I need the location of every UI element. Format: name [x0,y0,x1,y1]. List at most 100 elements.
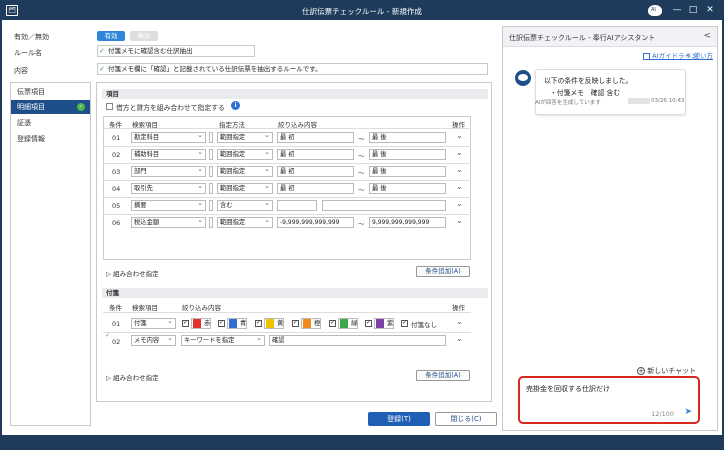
range-from-input[interactable]: 最 初 [277,183,354,194]
combo-toggle-items[interactable]: ▷ 組み合わせ指定 [106,268,159,278]
method-select[interactable]: 範囲指定 [217,166,273,177]
row-action-chevron-icon[interactable]: ⌄ [456,317,463,326]
maximize-button[interactable]: □ [686,4,700,17]
fusen-orange-tag: 橙 [301,318,321,329]
ai-assistant-icon[interactable]: AI [648,5,662,16]
send-icon[interactable]: ➤ [684,407,692,417]
row-no: 04 [112,185,121,193]
combo-toggle-fusen[interactable]: ▷ 組み合わせ指定 [106,372,159,382]
row-action-chevron-icon[interactable]: ⌄ [456,165,463,174]
row-divider [103,214,471,215]
content-value: 付箋メモ欄に「確認」と記載されている仕訳伝票を抽出するルールです。 [108,65,322,73]
add-condition-button-items[interactable]: 条件追加(A) [416,266,470,277]
range-to-input[interactable]: 最 後 [369,166,446,177]
row-action-chevron-icon[interactable]: ⌄ [456,216,463,225]
range-to-input[interactable]: 9,999,999,999,999 [369,217,446,228]
row-action-chevron-icon[interactable]: ⌄ [456,131,463,140]
tag-label: 緑 [351,320,358,327]
item-select[interactable]: 取引先 [131,183,206,194]
row-divider [103,197,471,198]
range-to-input[interactable]: 最 後 [369,183,446,194]
info-icon[interactable]: i [231,101,240,110]
close-button[interactable]: 閉じる(C) [435,412,497,426]
fusen-none-checkbox[interactable] [401,319,408,327]
combo-label: 組み合わせ指定 [113,270,159,278]
method-select[interactable]: 範囲指定 [217,149,273,160]
fusen-blue-checkbox[interactable] [218,319,225,327]
method-select[interactable]: 範囲指定 [217,217,273,228]
fusen-orange-checkbox[interactable] [292,319,299,327]
tag-label: 赤 [204,320,211,327]
toggle-enabled[interactable]: 有効 [97,31,125,41]
method-select[interactable]: 範囲指定 [217,132,273,143]
sidebar-item-voucher[interactable]: 伝票項目 [11,85,90,99]
green-swatch [340,319,348,328]
item-select[interactable]: 税込金額 [131,217,206,228]
item-select[interactable]: 部門 [131,166,206,177]
header-divider [103,312,471,313]
fusen-blue-tag: 青 [227,318,247,329]
range-from-input[interactable]: 最 初 [277,149,354,160]
combine-checkbox[interactable] [106,103,113,110]
item-select[interactable]: 補助科目 [131,149,206,160]
fusen-green-checkbox[interactable] [329,319,336,327]
keyword-input-2[interactable] [322,200,446,211]
method-select[interactable]: 含む [217,200,273,211]
new-chat-button[interactable]: + 新しいチャット [637,366,696,376]
sidebar-item-detail[interactable]: 明細項目 ✓ [11,100,90,114]
fusen-red-checkbox[interactable] [182,319,189,327]
sidebar-item-registration[interactable]: 登録情報 [11,132,90,146]
chat-input-box[interactable]: 売掛金を回収する仕訳だけ 12/100 ➤ [518,376,700,424]
row-action-chevron-icon[interactable]: ⌄ [456,334,463,343]
rule-name-field[interactable]: ✓ 付箋メモに確認含む仕訳抽出 [97,45,255,57]
row-action-chevron-icon[interactable]: ⌄ [456,148,463,157]
fusen-item-select[interactable]: メモ内容 [131,335,176,346]
fusen-section-header: 付箋 [102,288,488,298]
row-action-chevron-icon[interactable]: ⌄ [456,199,463,208]
complete-check-icon: ✓ [77,103,85,111]
keyword-input[interactable] [277,200,317,211]
rule-name-value: 付箋メモに確認含む仕訳抽出 [108,47,193,55]
range-to-input[interactable]: 最 後 [369,149,446,160]
ai-avatar [515,70,531,86]
range-from-input[interactable]: -9,999,999,999,999 [277,217,354,228]
method-select[interactable]: 範囲指定 [217,183,273,194]
close-window-button[interactable]: ✕ [703,4,717,17]
message-line2: ・付箋メモ 確認 含む [550,89,621,97]
item-select[interactable]: 勘定科目 [131,132,206,143]
howto-link[interactable]: ✎ 使い方 [686,50,713,60]
fusen-purple-checkbox[interactable] [365,319,372,327]
enable-label: 有効／無効 [14,33,49,41]
yellow-swatch [266,319,274,328]
window-title: 仕訳伝票チェックルール - 新規作成 [302,7,422,16]
row-no: 03 [112,168,121,176]
row-divider [103,180,471,181]
valid-check-icon: ✓ [99,65,105,73]
char-counter: 12/100 [651,410,674,418]
keyword-method-select[interactable]: キーワードを指定 [181,335,265,346]
app-window: 🗂 仕訳伝票チェックルール - 新規作成 AI — □ ✕ 有効／無効 有効 無… [0,0,724,450]
keyword-value-input[interactable]: 確認 [269,335,446,346]
minimize-button[interactable]: — [670,4,684,17]
range-from-input[interactable]: 最 初 [277,132,354,143]
tag-label: 黄 [277,320,284,327]
content-field[interactable]: ✓ 付箋メモ欄に「確認」と記載されている仕訳伝票を抽出するルールです。 [97,63,488,75]
bracket-marker [209,200,213,211]
fusen-red-tag: 赤 [191,318,211,329]
collapse-panel-button[interactable]: < [703,31,711,41]
chat-input-text[interactable]: 売掛金を回収する仕訳だけ [526,384,610,394]
tag-label: 紫 [387,320,394,327]
toggle-disabled[interactable]: 無効 [130,31,158,41]
range-from-input[interactable]: 最 初 [277,166,354,177]
row-no: 05 [112,202,121,210]
item-select[interactable]: 摘要 [131,200,206,211]
add-condition-button-fusen[interactable]: 条件追加(A) [416,370,470,381]
fusen-yellow-checkbox[interactable] [255,319,262,327]
row-action-chevron-icon[interactable]: ⌄ [456,182,463,191]
sidebar-item-evidence[interactable]: 証憑 [11,116,90,130]
range-to-input[interactable]: 最 後 [369,132,446,143]
valid-check-icon: ✓ [99,47,105,55]
assistant-title: 仕訳伝票チェックルール - 奉行AIアシスタント [509,34,656,42]
register-button[interactable]: 登録(T) [368,412,430,426]
fusen-item-select[interactable]: 付箋 [131,318,176,329]
